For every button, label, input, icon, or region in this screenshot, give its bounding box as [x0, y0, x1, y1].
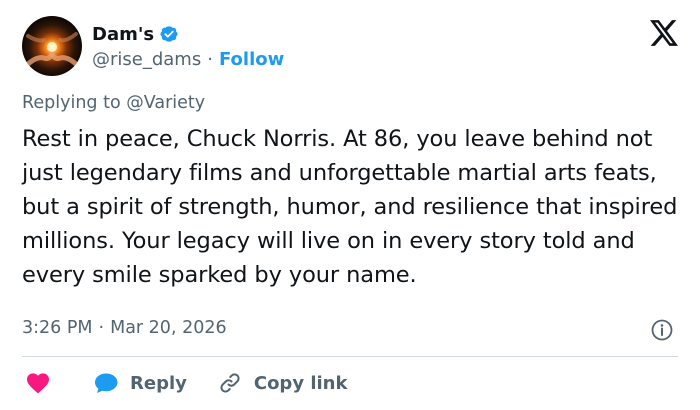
- x-logo-icon[interactable]: [650, 20, 678, 46]
- action-bar: Reply Copy link: [22, 368, 347, 398]
- separator-dot: ·: [207, 48, 213, 70]
- reply-bubble-icon: [95, 373, 118, 393]
- heart-icon: [27, 373, 49, 394]
- avatar-image: [23, 32, 81, 69]
- handle-row: @rise_dams · Follow: [92, 47, 284, 71]
- replying-to-handle[interactable]: @Variety: [126, 93, 205, 113]
- author-name-row: Dam's: [92, 21, 179, 47]
- reply-label: Reply: [130, 372, 187, 394]
- link-icon: [220, 373, 240, 393]
- avatar[interactable]: [22, 16, 82, 76]
- reply-button[interactable]: Reply: [94, 372, 187, 394]
- separator-dot: ·: [98, 318, 105, 338]
- divider: [22, 356, 678, 357]
- tweet-date: Mar 20, 2026: [110, 318, 227, 338]
- author-handle[interactable]: @rise_dams: [92, 49, 201, 70]
- copy-link-button[interactable]: Copy link: [219, 372, 348, 394]
- tweet-text: Rest in peace, Chuck Norris. At 86, you …: [22, 126, 678, 288]
- tweet-timestamp[interactable]: 3:26 PM · Mar 20, 2026: [22, 318, 227, 338]
- follow-button[interactable]: Follow: [219, 49, 284, 70]
- replying-to: Replying to @Variety: [22, 93, 205, 113]
- tweet-time: 3:26 PM: [22, 318, 93, 338]
- display-name[interactable]: Dam's: [92, 24, 154, 45]
- copy-link-label: Copy link: [253, 372, 348, 394]
- tweet-card: Dam's @rise_dams · Follow Replying to @V…: [0, 0, 700, 410]
- like-button[interactable]: [26, 372, 50, 394]
- info-icon[interactable]: [651, 319, 673, 341]
- verified-badge-icon: [159, 24, 179, 44]
- replying-to-label: Replying to: [22, 93, 121, 113]
